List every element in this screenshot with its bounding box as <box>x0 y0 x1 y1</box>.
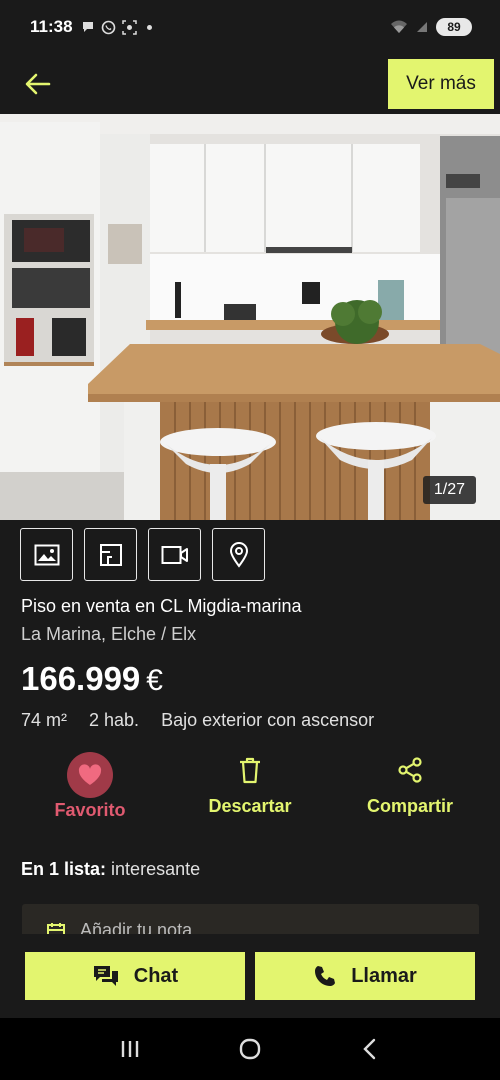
favorite-icon-bg <box>67 752 113 798</box>
kitchen-photo-illustration <box>0 114 500 520</box>
share-icon <box>398 757 422 783</box>
signal-icon <box>417 22 427 32</box>
call-button[interactable]: Llamar <box>255 952 475 1000</box>
floor-plan-icon <box>99 543 122 566</box>
lists-prefix: En 1 lista: <box>21 859 107 879</box>
listing-title: Piso en venta en CL Migdia-marina <box>21 596 302 616</box>
status-bar: 11:38 89 <box>0 0 500 54</box>
favorite-button[interactable]: Favorito <box>48 752 132 821</box>
price-value: 166.999 <box>21 660 141 697</box>
share-button[interactable]: Compartir <box>356 752 464 817</box>
spec-area: 74 m² <box>21 710 68 730</box>
listing-photo[interactable]: 1/27 <box>0 114 500 520</box>
discard-label: Descartar <box>208 796 292 816</box>
contact-bar: Chat Llamar <box>0 934 500 1018</box>
favorite-label: Favorito <box>54 800 126 820</box>
spec-rooms: 2 hab. <box>89 710 140 730</box>
chat-icon <box>93 966 118 986</box>
whatsapp-icon <box>101 20 115 34</box>
spec-floor: Bajo exterior con ascensor <box>161 710 375 730</box>
trash-icon <box>240 757 260 784</box>
status-time: 11:38 <box>30 17 73 36</box>
photo-counter: 1/27 <box>422 476 476 504</box>
photos-tab[interactable] <box>20 528 73 581</box>
listing-actions: Favorito Descartar Compartir <box>0 752 500 832</box>
arrow-left-icon <box>25 73 51 95</box>
heart-icon <box>78 764 102 785</box>
ver-mas-button[interactable]: Ver más <box>388 59 494 109</box>
app-header: Ver más <box>0 54 500 114</box>
phone-icon <box>315 966 336 986</box>
lists-info[interactable]: En 1 lista: interesante <box>21 859 200 880</box>
dot-icon <box>146 24 152 30</box>
chat-label: Chat <box>133 964 179 987</box>
home-circle-icon <box>239 1038 261 1060</box>
recents-button[interactable] <box>110 1029 150 1069</box>
image-icon <box>34 544 59 565</box>
media-tabs <box>20 528 265 581</box>
video-icon <box>161 545 188 564</box>
floor-plan-tab[interactable] <box>84 528 137 581</box>
notification-icons <box>81 19 152 35</box>
listing-specs: 74 m² 2 hab. Bajo exterior con ascensor <box>21 710 374 731</box>
map-pin-icon <box>229 541 248 568</box>
price-currency: € <box>146 664 163 697</box>
share-label: Compartir <box>366 796 453 816</box>
recents-icon <box>121 1041 139 1057</box>
listing-price: 166.999 € <box>21 660 163 698</box>
back-button[interactable] <box>22 68 54 100</box>
listing-location: La Marina, Elche / Elx <box>21 624 197 644</box>
system-back-button[interactable] <box>350 1029 390 1069</box>
home-button[interactable] <box>230 1029 270 1069</box>
chevron-left-icon <box>363 1038 376 1060</box>
wifi-icon <box>391 20 407 33</box>
battery-indicator: 89 <box>436 18 472 36</box>
discard-button[interactable]: Descartar <box>198 752 302 817</box>
map-tab[interactable] <box>212 528 265 581</box>
call-label: Llamar <box>351 964 417 987</box>
system-nav-bar <box>0 1018 500 1080</box>
lists-value: interesante <box>111 859 201 879</box>
chat-bubble-icon <box>82 22 93 32</box>
screenshot-icon <box>121 19 137 35</box>
video-tab[interactable] <box>148 528 201 581</box>
chat-button[interactable]: Chat <box>25 952 245 1000</box>
